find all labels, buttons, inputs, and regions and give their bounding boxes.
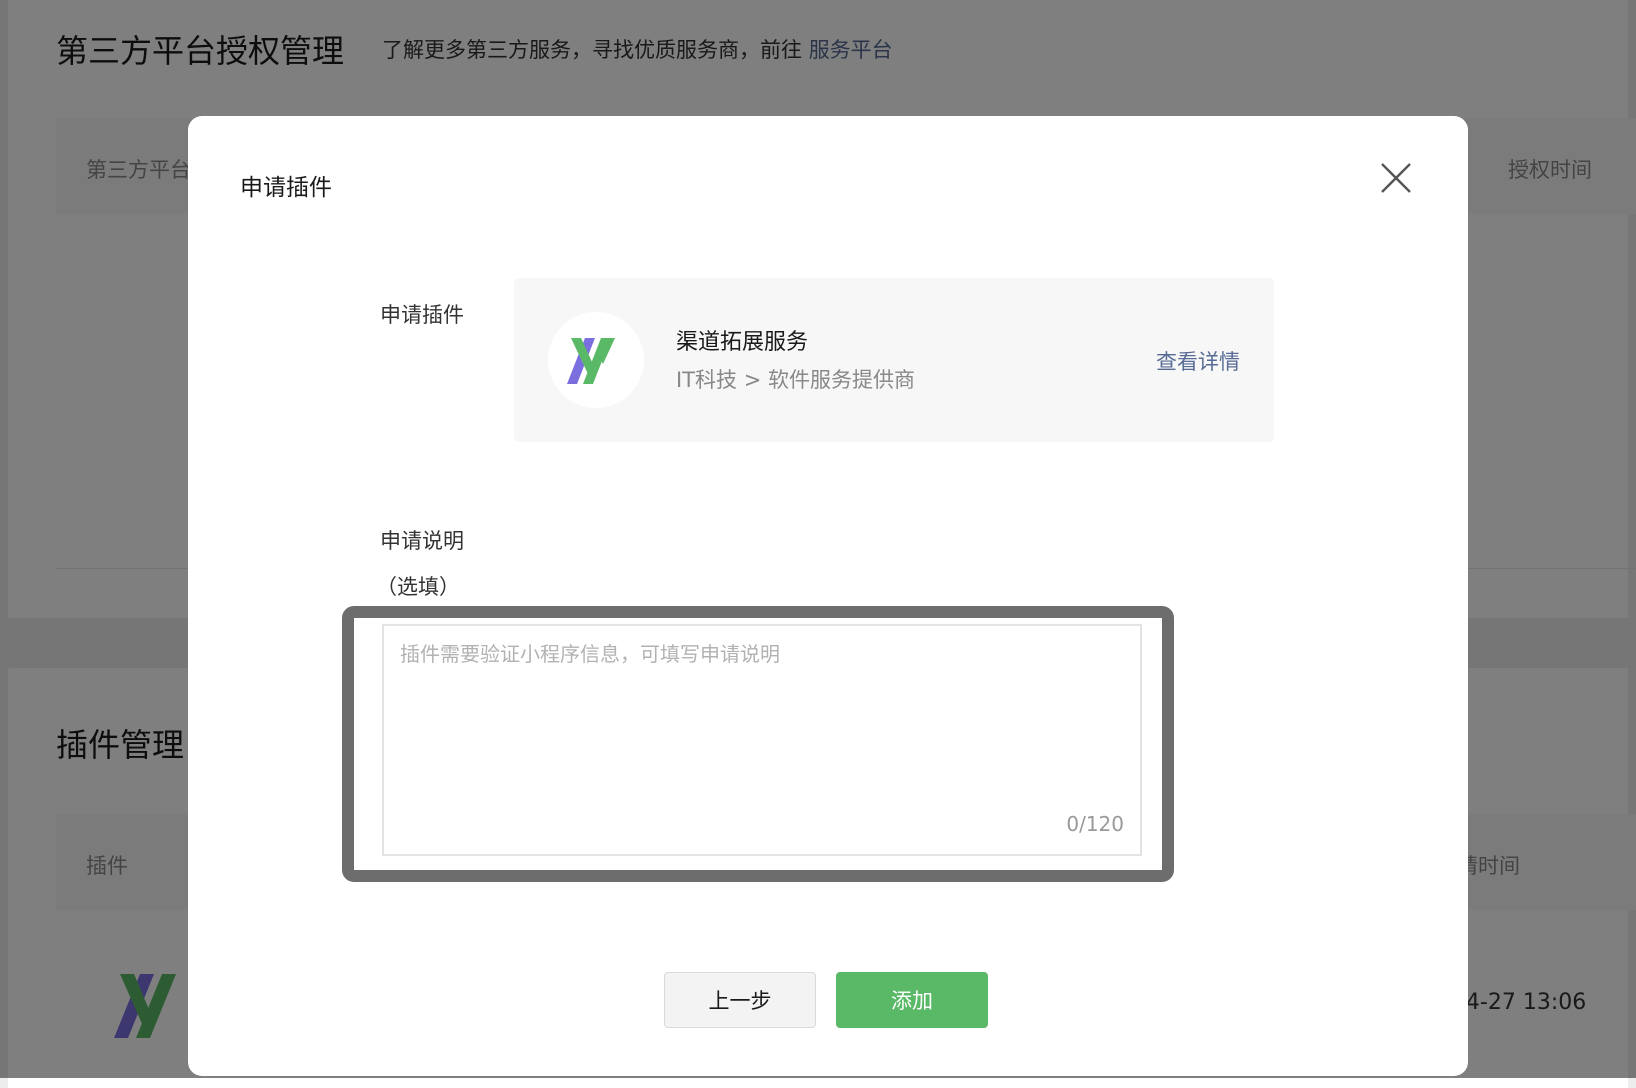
plugin-logo-icon	[548, 312, 644, 408]
add-button[interactable]: 添加	[836, 972, 988, 1028]
plugin-category: IT科技 > 软件服务提供商	[676, 368, 915, 392]
description-field-label: 申请说明	[380, 529, 464, 553]
dialog-title: 申请插件	[240, 175, 332, 201]
char-counter: 0/120	[1066, 812, 1124, 836]
description-textarea-box: 0/120	[382, 624, 1142, 856]
plugin-field-label: 申请插件	[380, 303, 464, 327]
close-button[interactable]	[1372, 154, 1420, 202]
plugin-name: 渠道拓展服务	[676, 330, 809, 355]
description-textarea[interactable]	[384, 626, 1140, 854]
highlight-frame: 0/120	[342, 606, 1174, 882]
plugin-card: 渠道拓展服务 IT科技 > 软件服务提供商 查看详情	[514, 278, 1274, 442]
close-icon	[1381, 163, 1411, 193]
description-optional-label: （选填）	[376, 575, 460, 599]
view-details-link[interactable]: 查看详情	[1156, 346, 1240, 376]
apply-plugin-dialog: 申请插件 申请插件 渠道拓展服务 IT科技 > 软件服务提供商 查看详情 申请说…	[188, 116, 1468, 1076]
prev-step-button[interactable]: 上一步	[664, 972, 816, 1028]
